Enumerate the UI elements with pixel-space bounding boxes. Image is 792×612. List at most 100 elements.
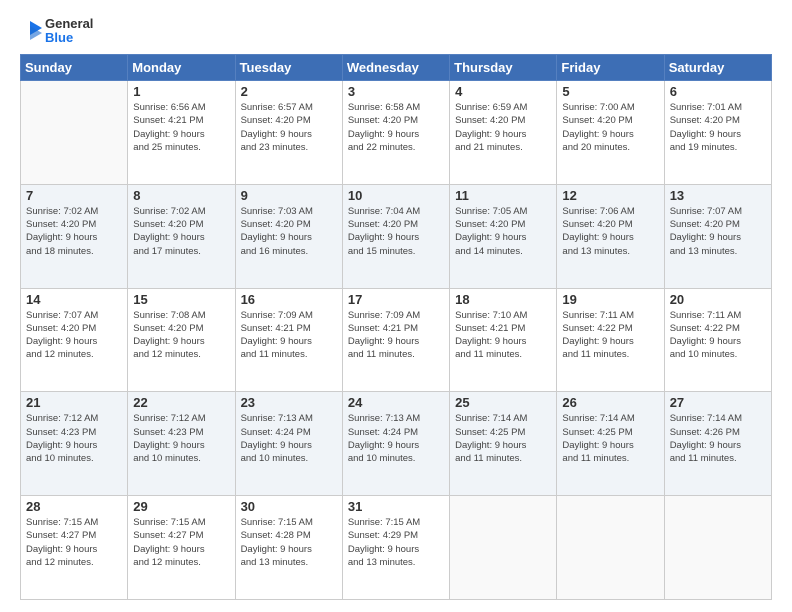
day-number: 3 (348, 84, 444, 99)
day-number: 13 (670, 188, 766, 203)
day-number: 19 (562, 292, 658, 307)
calendar-cell: 21 Sunrise: 7:12 AM Sunset: 4:23 PM Dayli… (21, 392, 128, 496)
day-info: Sunrise: 6:57 AM Sunset: 4:20 PM Dayligh… (241, 101, 337, 154)
weekday-header-thursday: Thursday (450, 55, 557, 81)
calendar-cell: 22 Sunrise: 7:12 AM Sunset: 4:23 PM Dayli… (128, 392, 235, 496)
calendar-week-row: 28Sunrise: 7:15 AM Sunset: 4:27 PM Dayli… (21, 496, 772, 600)
calendar-cell: 26Sunrise: 7:14 AM Sunset: 4:25 PM Dayli… (557, 392, 664, 496)
day-info: Sunrise: 7:00 AM Sunset: 4:20 PM Dayligh… (562, 101, 658, 154)
day-info: Sunrise: 7:15 AM Sunset: 4:29 PM Dayligh… (348, 516, 444, 569)
day-info: Sunrise: 7:03 AM Sunset: 4:20 PM Dayligh… (241, 205, 337, 258)
day-number: 16 (241, 292, 337, 307)
weekday-header-monday: Monday (128, 55, 235, 81)
day-number: 6 (670, 84, 766, 99)
calendar-cell: 27 Sunrise: 7:14 AM Sunset: 4:26 PM Dayli… (664, 392, 771, 496)
logo-blue: Blue (45, 31, 93, 45)
day-number: 21 (26, 395, 122, 410)
day-info: Sunrise: 7:02 AM Sunset: 4:20 PM Dayligh… (26, 205, 122, 258)
calendar-cell: 5 Sunrise: 7:00 AM Sunset: 4:20 PM Daylig… (557, 81, 664, 185)
calendar-cell: 9 Sunrise: 7:03 AM Sunset: 4:20 PM Daylig… (235, 184, 342, 288)
day-number: 10 (348, 188, 444, 203)
day-number: 30 (241, 499, 337, 514)
calendar-cell: 12 Sunrise: 7:06 AM Sunset: 4:20 PM Dayli… (557, 184, 664, 288)
logo-bird-icon (20, 16, 42, 46)
calendar-cell: 7 Sunrise: 7:02 AM Sunset: 4:20 PM Daylig… (21, 184, 128, 288)
day-info: Sunrise: 6:58 AM Sunset: 4:20 PM Dayligh… (348, 101, 444, 154)
day-info: Sunrise: 7:15 AM Sunset: 4:28 PM Dayligh… (241, 516, 337, 569)
calendar-cell: 16Sunrise: 7:09 AM Sunset: 4:21 PM Dayli… (235, 288, 342, 392)
day-number: 9 (241, 188, 337, 203)
day-info: Sunrise: 7:10 AM Sunset: 4:21 PM Dayligh… (455, 309, 551, 362)
calendar-week-row: 1 Sunrise: 6:56 AM Sunset: 4:21 PM Daylig… (21, 81, 772, 185)
day-info: Sunrise: 6:56 AM Sunset: 4:21 PM Dayligh… (133, 101, 229, 154)
calendar-cell: 31 Sunrise: 7:15 AM Sunset: 4:29 PM Dayli… (342, 496, 449, 600)
calendar-cell (450, 496, 557, 600)
day-number: 8 (133, 188, 229, 203)
day-info: Sunrise: 7:14 AM Sunset: 4:26 PM Dayligh… (670, 412, 766, 465)
weekday-header-wednesday: Wednesday (342, 55, 449, 81)
day-number: 31 (348, 499, 444, 514)
calendar-cell: 20Sunrise: 7:11 AM Sunset: 4:22 PM Dayli… (664, 288, 771, 392)
day-number: 1 (133, 84, 229, 99)
day-info: Sunrise: 7:01 AM Sunset: 4:20 PM Dayligh… (670, 101, 766, 154)
calendar-cell: 18 Sunrise: 7:10 AM Sunset: 4:21 PM Dayli… (450, 288, 557, 392)
calendar-cell: 15 Sunrise: 7:08 AM Sunset: 4:20 PM Dayli… (128, 288, 235, 392)
day-info: Sunrise: 7:06 AM Sunset: 4:20 PM Dayligh… (562, 205, 658, 258)
day-number: 20 (670, 292, 766, 307)
day-info: Sunrise: 7:13 AM Sunset: 4:24 PM Dayligh… (241, 412, 337, 465)
calendar-week-row: 7 Sunrise: 7:02 AM Sunset: 4:20 PM Daylig… (21, 184, 772, 288)
calendar-cell: 25Sunrise: 7:14 AM Sunset: 4:25 PM Dayli… (450, 392, 557, 496)
day-info: Sunrise: 7:08 AM Sunset: 4:20 PM Dayligh… (133, 309, 229, 362)
day-info: Sunrise: 7:14 AM Sunset: 4:25 PM Dayligh… (562, 412, 658, 465)
calendar-cell: 2 Sunrise: 6:57 AM Sunset: 4:20 PM Daylig… (235, 81, 342, 185)
day-number: 24 (348, 395, 444, 410)
day-number: 27 (670, 395, 766, 410)
day-number: 17 (348, 292, 444, 307)
calendar-cell: 28Sunrise: 7:15 AM Sunset: 4:27 PM Dayli… (21, 496, 128, 600)
day-info: Sunrise: 7:04 AM Sunset: 4:20 PM Dayligh… (348, 205, 444, 258)
day-info: Sunrise: 7:13 AM Sunset: 4:24 PM Dayligh… (348, 412, 444, 465)
calendar-cell (664, 496, 771, 600)
calendar-cell (21, 81, 128, 185)
day-number: 11 (455, 188, 551, 203)
calendar-cell: 6 Sunrise: 7:01 AM Sunset: 4:20 PM Daylig… (664, 81, 771, 185)
calendar-cell (557, 496, 664, 600)
day-number: 7 (26, 188, 122, 203)
logo-general: General (45, 17, 93, 31)
day-number: 14 (26, 292, 122, 307)
calendar-cell: 8 Sunrise: 7:02 AM Sunset: 4:20 PM Daylig… (128, 184, 235, 288)
calendar-cell: 13 Sunrise: 7:07 AM Sunset: 4:20 PM Dayli… (664, 184, 771, 288)
day-info: Sunrise: 7:12 AM Sunset: 4:23 PM Dayligh… (26, 412, 122, 465)
day-info: Sunrise: 7:07 AM Sunset: 4:20 PM Dayligh… (26, 309, 122, 362)
day-number: 23 (241, 395, 337, 410)
calendar-cell: 14 Sunrise: 7:07 AM Sunset: 4:20 PM Dayli… (21, 288, 128, 392)
day-number: 25 (455, 395, 551, 410)
calendar-page: General Blue SundayMondayTuesdayWednesda… (0, 0, 792, 612)
logo-text: General Blue (45, 17, 93, 46)
weekday-header-saturday: Saturday (664, 55, 771, 81)
day-info: Sunrise: 7:07 AM Sunset: 4:20 PM Dayligh… (670, 205, 766, 258)
weekday-header-row: SundayMondayTuesdayWednesdayThursdayFrid… (21, 55, 772, 81)
day-number: 18 (455, 292, 551, 307)
calendar-cell: 19Sunrise: 7:11 AM Sunset: 4:22 PM Dayli… (557, 288, 664, 392)
day-info: Sunrise: 7:15 AM Sunset: 4:27 PM Dayligh… (133, 516, 229, 569)
calendar-cell: 23 Sunrise: 7:13 AM Sunset: 4:24 PM Dayli… (235, 392, 342, 496)
day-number: 2 (241, 84, 337, 99)
calendar-week-row: 14 Sunrise: 7:07 AM Sunset: 4:20 PM Dayli… (21, 288, 772, 392)
day-number: 15 (133, 292, 229, 307)
day-number: 12 (562, 188, 658, 203)
calendar-cell: 3 Sunrise: 6:58 AM Sunset: 4:20 PM Daylig… (342, 81, 449, 185)
day-info: Sunrise: 7:12 AM Sunset: 4:23 PM Dayligh… (133, 412, 229, 465)
calendar-cell: 29Sunrise: 7:15 AM Sunset: 4:27 PM Dayli… (128, 496, 235, 600)
weekday-header-tuesday: Tuesday (235, 55, 342, 81)
calendar-cell: 1 Sunrise: 6:56 AM Sunset: 4:21 PM Daylig… (128, 81, 235, 185)
day-number: 5 (562, 84, 658, 99)
calendar-cell: 17 Sunrise: 7:09 AM Sunset: 4:21 PM Dayli… (342, 288, 449, 392)
day-info: Sunrise: 7:02 AM Sunset: 4:20 PM Dayligh… (133, 205, 229, 258)
calendar-cell: 4Sunrise: 6:59 AM Sunset: 4:20 PM Daylig… (450, 81, 557, 185)
calendar-cell: 10 Sunrise: 7:04 AM Sunset: 4:20 PM Dayli… (342, 184, 449, 288)
day-number: 22 (133, 395, 229, 410)
day-info: Sunrise: 7:09 AM Sunset: 4:21 PM Dayligh… (348, 309, 444, 362)
logo-container: General Blue (20, 16, 93, 46)
header: General Blue (20, 16, 772, 46)
